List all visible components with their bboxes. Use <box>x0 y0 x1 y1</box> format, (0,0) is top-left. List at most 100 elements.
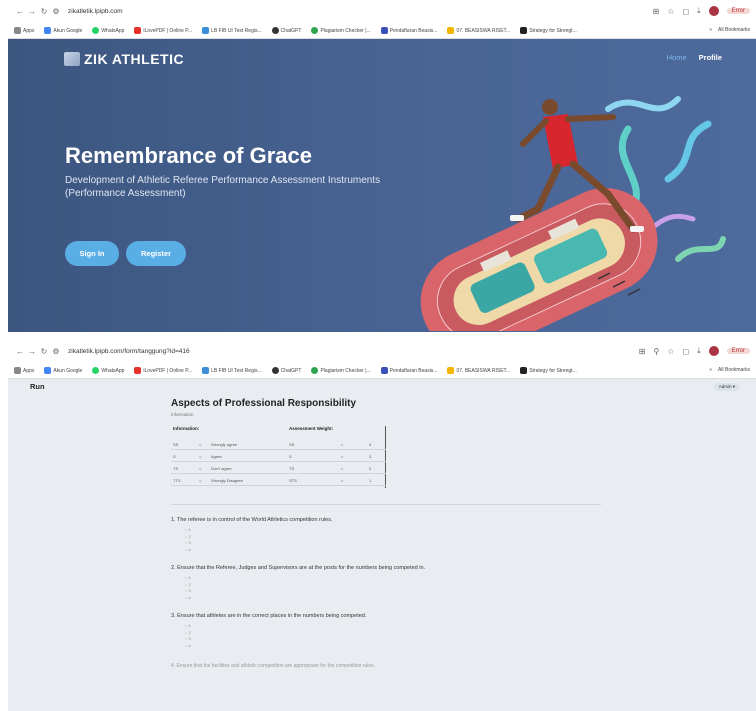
site-info-icon[interactable]: ⚙ <box>50 7 62 16</box>
brand[interactable]: ZIK ATHLETIC <box>64 51 184 67</box>
google-icon <box>44 26 52 34</box>
chatgpt-icon <box>271 26 279 34</box>
extensions-icon[interactable]: ◻ <box>682 7 689 16</box>
question-item: 2. Ensure that the Referee, Judges and S… <box>171 565 601 601</box>
pendaftaran-icon <box>380 366 388 374</box>
reload-icon[interactable]: ↻ <box>38 347 50 356</box>
bookmark-item[interactable]: ChatGPT <box>271 26 301 34</box>
landing-screenshot: ← → ↻ ⚙ zikatletik.lpipb.com ⊞ ☆ ◻ ⤓ Err… <box>8 0 756 332</box>
question-text: 3. Ensure that athletes are in the corre… <box>171 613 367 619</box>
bookmark-item[interactable]: Plagiarism Checker |... <box>311 26 371 34</box>
bookmark-item[interactable]: ChatGPT <box>271 366 301 374</box>
download-icon[interactable]: ⤓ <box>697 6 701 16</box>
top-nav: Home Profile <box>667 53 722 62</box>
nav-profile[interactable]: Profile <box>699 53 722 62</box>
hero-subtitle: Development of Athletic Referee Performa… <box>65 175 381 199</box>
lb-fib-icon <box>202 366 210 374</box>
bookmark-item[interactable]: Pendaftaran Beasis... <box>380 366 437 374</box>
bookmark-item[interactable]: Apps <box>14 366 34 374</box>
download-icon[interactable]: ⤓ <box>697 346 701 356</box>
legend-header-information: Information: <box>173 426 200 431</box>
google-icon <box>44 366 52 374</box>
app-title[interactable]: Run <box>30 382 45 391</box>
translate-icon[interactable]: ⊞ <box>639 347 646 356</box>
zoom-icon[interactable]: ⚲ <box>653 347 659 356</box>
assessment-form: Aspects of Professional Responsibility I… <box>171 398 601 669</box>
radio-option[interactable]: 4 <box>185 547 601 554</box>
drive-icon <box>447 366 455 374</box>
bookmark-item[interactable]: iLovePDF | Online P... <box>134 366 192 374</box>
error-badge[interactable]: Error <box>726 348 750 354</box>
bookmark-item[interactable]: Akun Google <box>44 366 82 374</box>
bookmarks-bar: Apps Akun Google WhatsApp iLovePDF | Onl… <box>8 362 756 379</box>
profile-avatar[interactable] <box>708 346 719 356</box>
legend-row: TTS = Strongly Disagree STS = 1 <box>171 476 386 486</box>
brand-logo <box>64 52 80 66</box>
register-button[interactable]: Register <box>126 241 186 266</box>
all-bookmarks[interactable]: All Bookmarks <box>718 27 750 33</box>
bookmark-item[interactable]: 07. BEASISWA RISET... <box>447 26 510 34</box>
star-icon[interactable]: ☆ <box>667 347 674 356</box>
reload-icon[interactable]: ↻ <box>38 7 50 16</box>
bookmark-item[interactable]: Strategy for Strengt... <box>520 366 577 374</box>
ribbon-shape <box>675 236 726 262</box>
bookmark-item[interactable]: Plagiarism Checker |... <box>311 366 371 374</box>
back-icon[interactable]: ← <box>14 347 26 356</box>
error-badge[interactable]: Error <box>726 8 750 14</box>
bookmark-item[interactable]: 07. BEASISWA RISET... <box>447 366 510 374</box>
question-text: 1. The referee is in control of the Worl… <box>171 517 333 523</box>
screenshot-gap <box>0 332 756 340</box>
hero-title: Remembrance of Grace <box>65 143 312 168</box>
radio-group: 1 2 3 4 <box>185 623 601 649</box>
form-subtitle: Information <box>171 412 194 417</box>
whatsapp-icon <box>92 366 100 374</box>
forward-icon[interactable]: → <box>26 347 38 356</box>
legend-row: S = Agree S = 3 <box>171 452 386 462</box>
browser-address-bar: ← → ↻ ⚙ zikatletik.lpipb.com ⊞ ☆ ◻ ⤓ Err… <box>8 0 756 22</box>
radio-group: 1 2 3 4 <box>185 527 601 553</box>
radio-option[interactable]: 4 <box>185 643 601 650</box>
bookmark-item[interactable]: Apps <box>14 26 34 34</box>
star-icon[interactable]: ☆ <box>667 7 674 16</box>
nav-home[interactable]: Home <box>667 53 687 62</box>
bookmark-item[interactable]: WhatsApp <box>92 26 124 34</box>
site-info-icon[interactable]: ⚙ <box>50 347 62 356</box>
hero-section: ZIK ATHLETIC Home Profile Remembrance of… <box>8 39 756 332</box>
bookmark-item[interactable]: WhatsApp <box>92 366 124 374</box>
bookmark-item[interactable]: Akun Google <box>44 26 82 34</box>
apps-icon <box>14 366 21 374</box>
form-screenshot: ← → ↻ ⚙ zikatletik.lpipb.com/form/tanggu… <box>8 340 756 711</box>
bookmark-item[interactable]: LB FIB UI Test Regis... <box>202 366 262 374</box>
user-menu[interactable]: Admin ▾ <box>713 383 740 391</box>
ribbon-shape <box>664 120 712 183</box>
more-bookmarks-icon[interactable]: » <box>709 27 712 33</box>
bookmark-item[interactable]: Pendaftaran Beasis... <box>380 26 437 34</box>
legend-row: TS = Don't agree TS = 2 <box>171 464 386 474</box>
translate-icon[interactable]: ⊞ <box>653 7 660 16</box>
ilovepdf-icon <box>134 366 142 374</box>
bookmark-item[interactable]: Strategy for Strengt... <box>520 26 577 34</box>
radio-option[interactable]: 4 <box>185 595 601 602</box>
bookmark-item[interactable]: iLovePDF | Online P... <box>134 26 192 34</box>
hero-buttons: Sign In Register <box>65 241 186 266</box>
forward-icon[interactable]: → <box>26 7 38 16</box>
apps-icon <box>14 26 21 34</box>
all-bookmarks[interactable]: All Bookmarks <box>718 367 750 373</box>
plagiarism-icon <box>311 26 319 34</box>
question-text: 2. Ensure that the Referee, Judges and S… <box>171 565 426 571</box>
brand-name: ZIK ATHLETIC <box>84 51 185 67</box>
more-bookmarks-icon[interactable]: » <box>709 367 712 373</box>
browser-address-bar: ← → ↻ ⚙ zikatletik.lpipb.com/form/tanggu… <box>8 340 756 362</box>
url-text[interactable]: zikatletik.lpipb.com/form/tanggung?id=41… <box>68 348 190 355</box>
bookmarks-bar: Apps Akun Google WhatsApp iLovePDF | Onl… <box>8 22 756 39</box>
question-item: 3. Ensure that athletes are in the corre… <box>171 613 601 649</box>
url-text[interactable]: zikatletik.lpipb.com <box>68 8 123 15</box>
ribbon-shape <box>605 96 681 112</box>
back-icon[interactable]: ← <box>14 7 26 16</box>
sign-in-button[interactable]: Sign In <box>65 241 119 266</box>
legend-table: Information: Assessment Weight: SS = Stron… <box>171 426 386 488</box>
question-item: 1. The referee is in control of the Worl… <box>171 517 601 553</box>
extensions-icon[interactable]: ◻ <box>682 347 689 356</box>
profile-avatar[interactable] <box>708 6 719 16</box>
bookmark-item[interactable]: LB FIB UI Test Regis... <box>202 26 262 34</box>
